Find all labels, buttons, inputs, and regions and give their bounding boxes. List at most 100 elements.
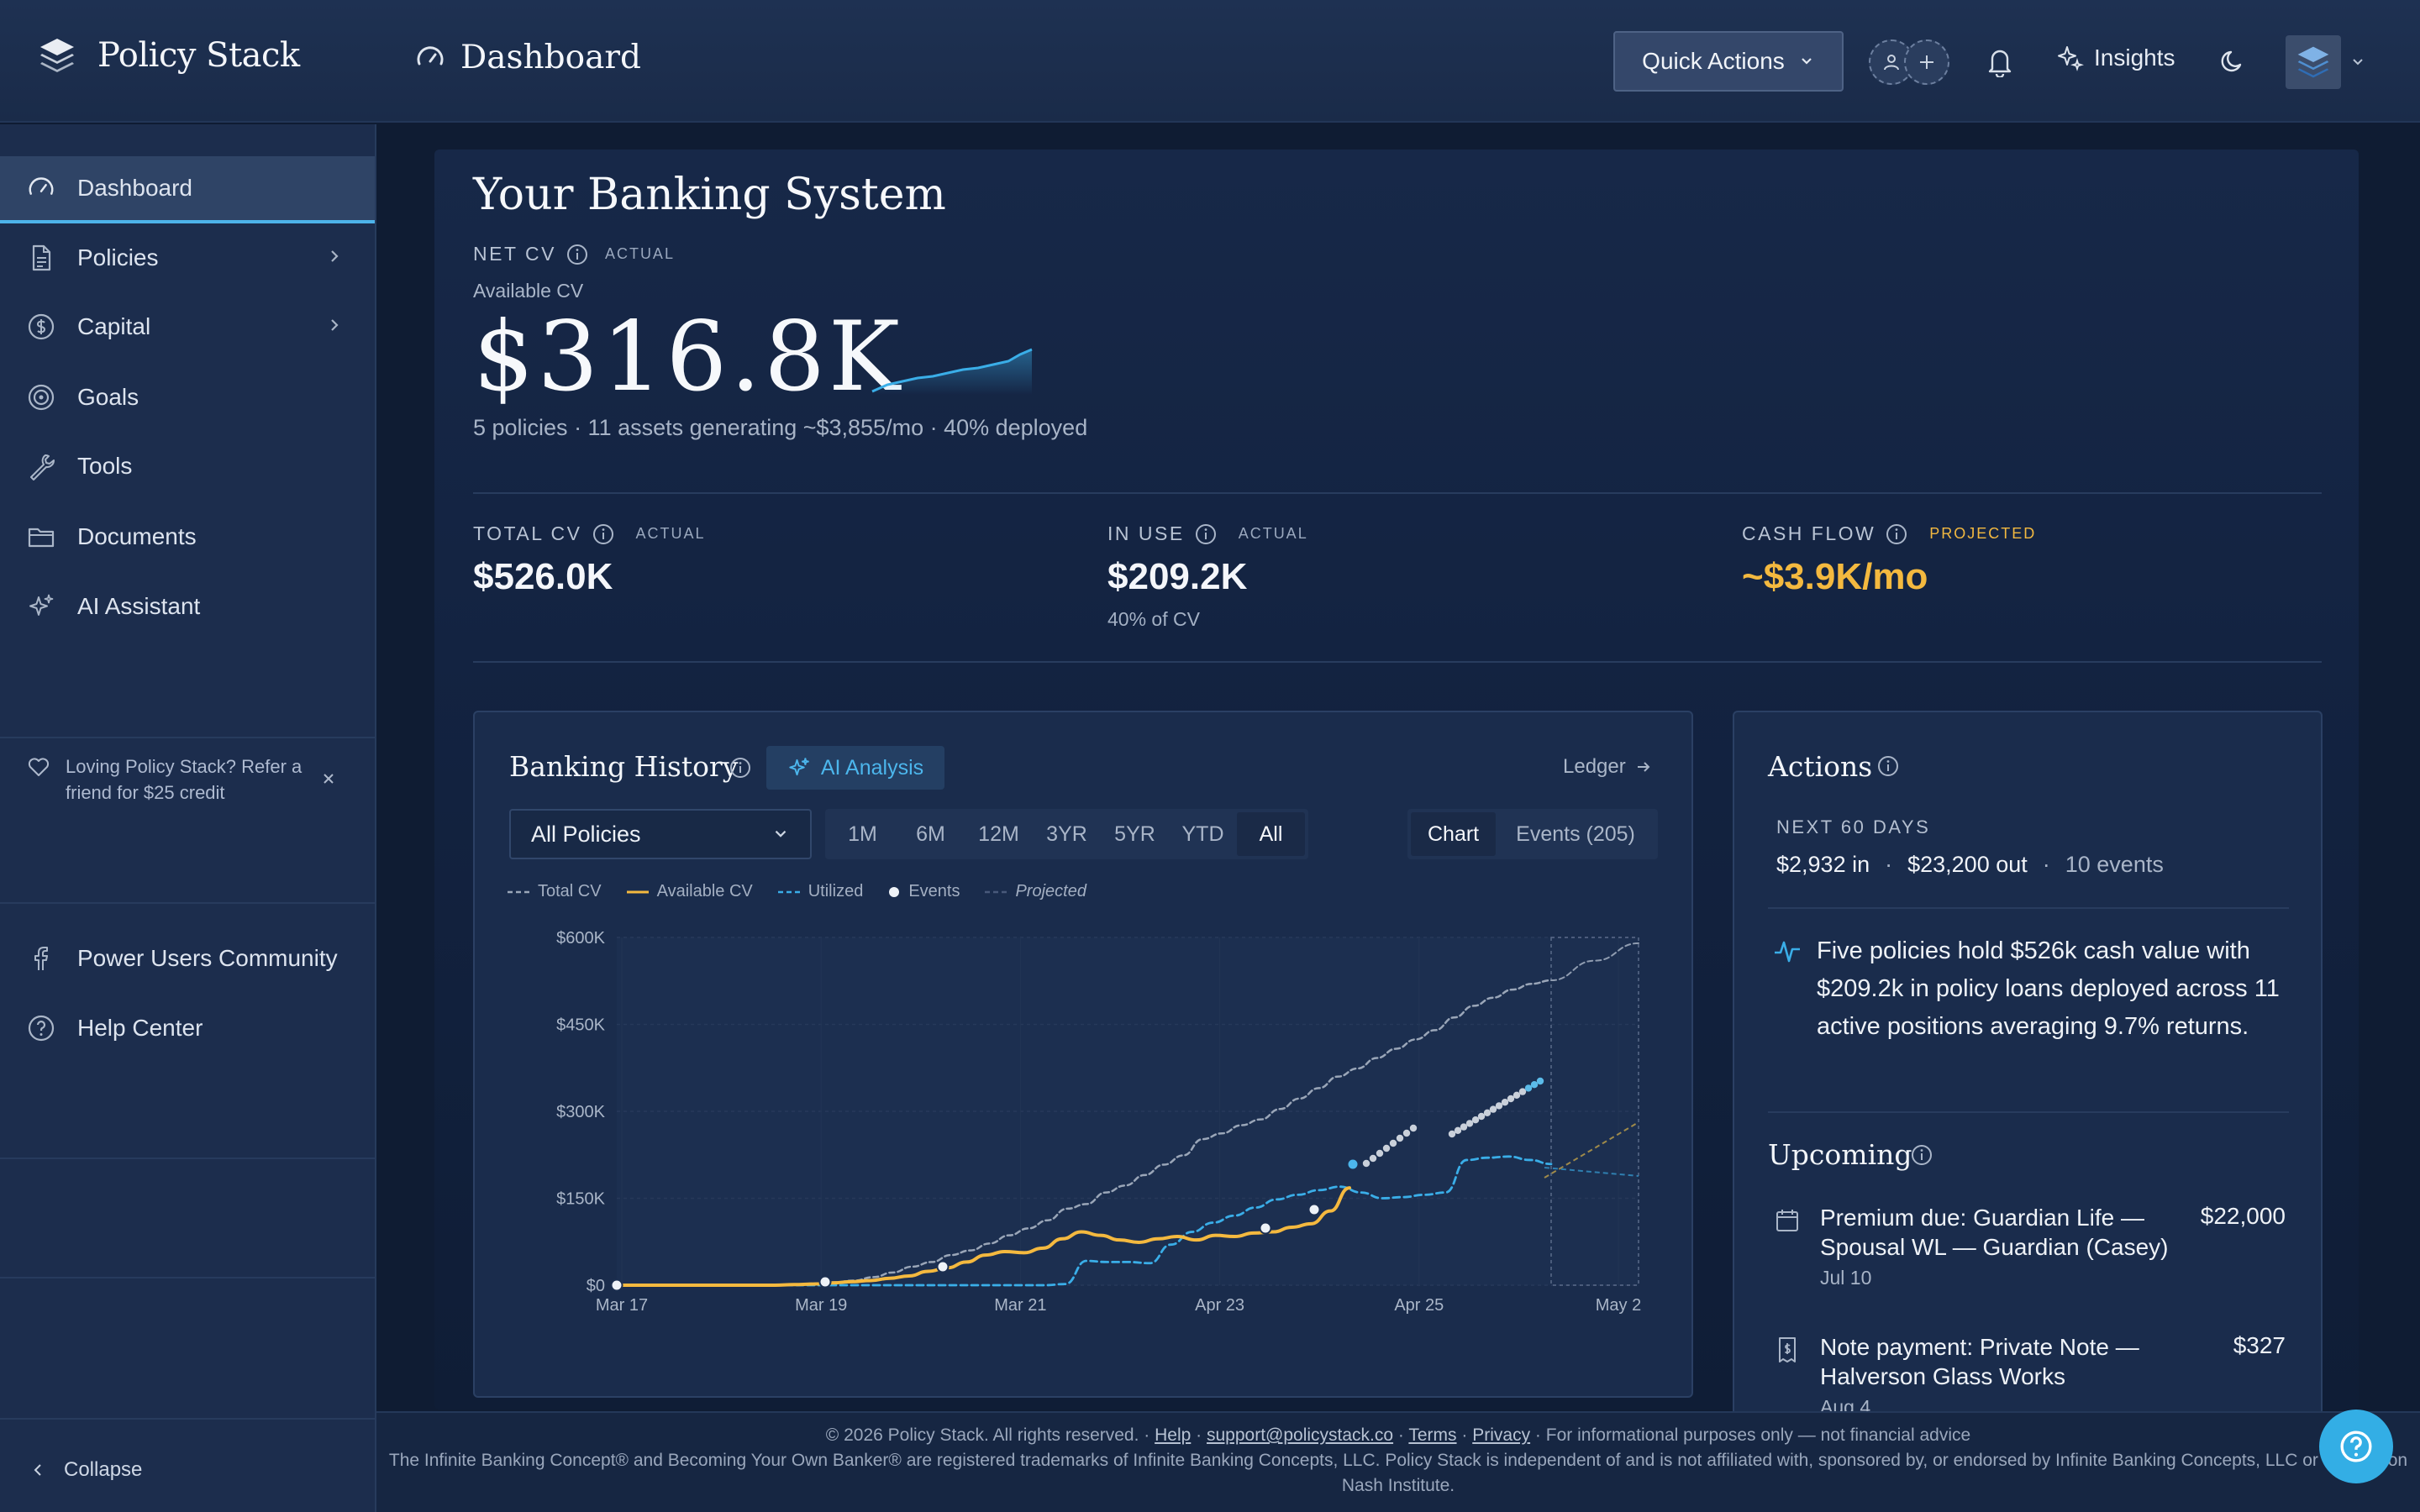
receipt-icon bbox=[1779, 1337, 1796, 1362]
sidebar-link-help-center[interactable]: Help Center bbox=[0, 995, 375, 1062]
upcoming-item[interactable]: Note payment: Private Note — Halverson G… bbox=[1773, 1332, 2286, 1419]
event-dot bbox=[1362, 1159, 1370, 1168]
info-icon[interactable] bbox=[1195, 523, 1217, 545]
moon-icon[interactable] bbox=[2218, 47, 2247, 76]
referral-banner[interactable]: Loving Policy Stack? Refer a friend for … bbox=[27, 753, 346, 806]
upcoming-item[interactable]: Premium due: Guardian Life — Spousal WL … bbox=[1773, 1203, 2286, 1289]
cash-flow-value: ~$3.9K/mo bbox=[1742, 556, 1928, 597]
top-bar: Policy Stack Dashboard Quick Actions Ins… bbox=[0, 0, 2420, 123]
range-1m[interactable]: 1M bbox=[829, 812, 897, 856]
banking-history-chart[interactable]: $0 $150K $300K $450K $600K Mar 17 Mar 19 Mar 21… bbox=[509, 916, 1669, 1327]
legend-label: Available CV bbox=[656, 882, 753, 900]
range-all[interactable]: All bbox=[1237, 812, 1305, 856]
footer-privacy-link[interactable]: Privacy bbox=[1472, 1425, 1530, 1445]
actual-tag: ACTUAL bbox=[604, 245, 675, 262]
app-name: Policy Stack bbox=[97, 36, 300, 75]
total-cv-value: $526.0K bbox=[473, 556, 613, 597]
legend-swatch bbox=[985, 890, 1007, 893]
net-cv-sparkline bbox=[871, 348, 1033, 395]
x-tick-label: Mar 21 bbox=[994, 1296, 1046, 1315]
sidebar-item-tools[interactable]: Tools bbox=[0, 433, 375, 500]
insights-button[interactable]: Insights bbox=[2055, 44, 2175, 72]
total-cv-label: TOTAL CV bbox=[473, 522, 582, 544]
ai-analysis-button[interactable]: AI Analysis bbox=[766, 746, 944, 790]
upcoming-item-title: Note payment: Private Note — Halverson G… bbox=[1820, 1334, 2139, 1389]
info-icon[interactable] bbox=[1886, 523, 1907, 545]
info-icon[interactable] bbox=[1877, 755, 1899, 777]
event-marker bbox=[1307, 1203, 1321, 1216]
footer-help-link[interactable]: Help bbox=[1155, 1425, 1191, 1445]
event-dot bbox=[1369, 1154, 1377, 1163]
range-12m[interactable]: 12M bbox=[965, 812, 1033, 856]
info-icon[interactable] bbox=[1911, 1144, 1933, 1166]
range-6m[interactable]: 6M bbox=[897, 812, 965, 856]
chevron-down-icon[interactable] bbox=[2349, 54, 2366, 71]
sidebar-item-ai-assistant[interactable]: AI Assistant bbox=[0, 573, 375, 640]
collapse-button[interactable]: Collapse bbox=[30, 1458, 142, 1482]
divider bbox=[1768, 1111, 2289, 1113]
ai-insight: Five policies hold $526k cash value with… bbox=[1773, 932, 2294, 1046]
tab-events[interactable]: Events (205) bbox=[1499, 812, 1652, 856]
range-ytd[interactable]: YTD bbox=[1169, 812, 1237, 856]
sidebar-link-label: Power Users Community bbox=[77, 945, 338, 971]
footer-terms-link[interactable]: Terms bbox=[1408, 1425, 1456, 1445]
event-dot bbox=[1483, 1109, 1491, 1116]
event-dot bbox=[1396, 1134, 1404, 1142]
legend-utilized[interactable]: Utilized bbox=[777, 882, 863, 901]
legend-available-cv[interactable]: Available CV bbox=[626, 882, 753, 901]
event-dot bbox=[1376, 1149, 1384, 1158]
sidebar-link-power-users-community[interactable]: Power Users Community bbox=[0, 925, 375, 992]
info-icon[interactable] bbox=[592, 523, 614, 545]
sidebar-item-dashboard[interactable]: Dashboard bbox=[0, 156, 375, 223]
in-use-subtext: 40% of CV bbox=[1107, 608, 1200, 630]
sidebar-item-goals[interactable]: Goals bbox=[0, 364, 375, 431]
event-marker bbox=[1259, 1221, 1272, 1235]
account-avatar[interactable] bbox=[2286, 35, 2341, 89]
event-dot bbox=[1507, 1095, 1515, 1103]
tab-chart[interactable]: Chart bbox=[1411, 812, 1497, 856]
sidebar-item-capital[interactable]: Capital bbox=[0, 293, 375, 360]
policy-filter-select[interactable]: All Policies bbox=[509, 809, 812, 859]
footer-email-link[interactable]: support@policystack.co bbox=[1207, 1425, 1393, 1445]
legend-events[interactable]: Events bbox=[888, 882, 960, 901]
divider bbox=[1768, 907, 2289, 909]
hero-title: Your Banking System bbox=[473, 170, 946, 220]
info-icon[interactable] bbox=[729, 757, 751, 779]
legend-swatch bbox=[777, 890, 800, 893]
legend-projected[interactable]: Projected bbox=[985, 882, 1086, 901]
event-dot bbox=[1465, 1120, 1474, 1127]
copyright: © 2026 Policy Stack. All rights reserved… bbox=[825, 1425, 1139, 1445]
ledger-label: Ledger bbox=[1563, 755, 1626, 778]
event-dot bbox=[1471, 1116, 1480, 1124]
range-3yr[interactable]: 3YR bbox=[1033, 812, 1101, 856]
legend-total-cv[interactable]: Total CV bbox=[508, 882, 602, 901]
range-5yr[interactable]: 5YR bbox=[1101, 812, 1169, 856]
legend-label: Events bbox=[908, 882, 960, 900]
policy-filter-value: All Policies bbox=[531, 821, 641, 847]
collapse-label: Collapse bbox=[64, 1458, 143, 1481]
event-marker bbox=[1346, 1158, 1360, 1171]
info-icon[interactable] bbox=[566, 244, 588, 265]
insights-label: Insights bbox=[2094, 45, 2175, 71]
next-60-days-label: NEXT 60 DAYS bbox=[1776, 816, 1931, 837]
chevron-down-icon bbox=[1802, 58, 1812, 65]
sidebar-item-policies[interactable]: Policies bbox=[0, 224, 375, 291]
layers-logo-icon bbox=[40, 39, 74, 72]
app-logo[interactable]: Policy Stack bbox=[37, 35, 300, 76]
folder-icon bbox=[28, 528, 55, 548]
collaborators-button[interactable] bbox=[1869, 39, 1949, 85]
event-dot bbox=[1530, 1081, 1539, 1089]
event-dot bbox=[1477, 1112, 1486, 1121]
banking-history-title: Banking History bbox=[509, 750, 739, 783]
help-chat-button[interactable] bbox=[2319, 1410, 2393, 1483]
y-tick-label: $150K bbox=[556, 1190, 605, 1209]
chevron-down-icon bbox=[775, 830, 786, 837]
cash-flow-label-row: CASH FLOW PROJECTED bbox=[1742, 522, 2036, 545]
event-marker bbox=[936, 1260, 950, 1273]
referral-text: Loving Policy Stack? Refer a friend for … bbox=[66, 756, 302, 803]
bell-icon[interactable] bbox=[1985, 45, 2015, 77]
sidebar-item-documents[interactable]: Documents bbox=[0, 503, 375, 570]
ledger-link[interactable]: Ledger bbox=[1563, 755, 1653, 779]
quick-actions-button[interactable]: Quick Actions bbox=[1613, 31, 1844, 92]
close-icon[interactable] bbox=[319, 769, 338, 788]
